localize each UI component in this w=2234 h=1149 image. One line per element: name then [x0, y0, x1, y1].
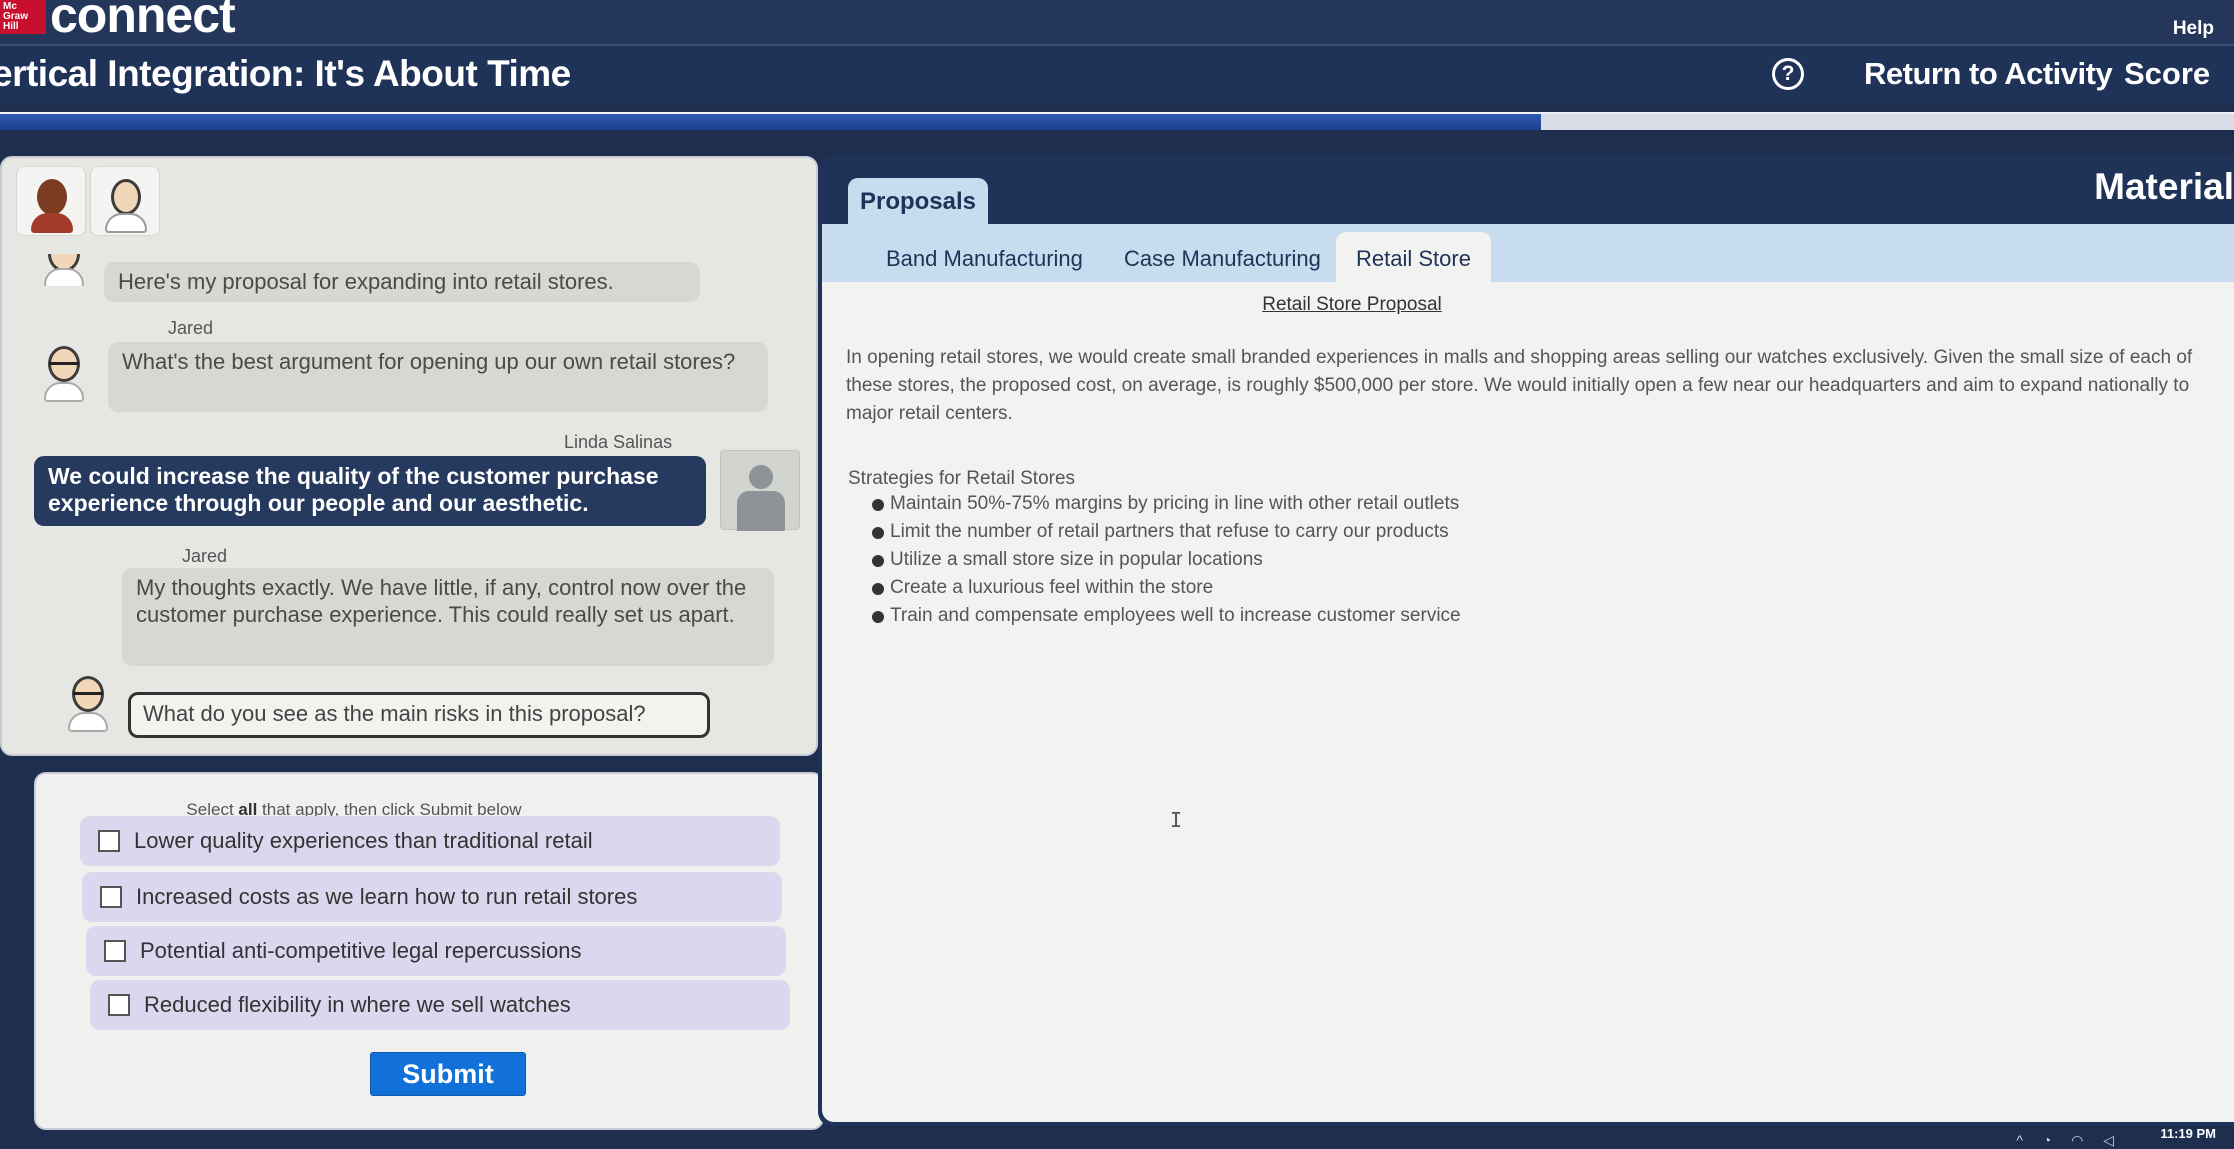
document-paragraph: In opening retail stores, we would creat…	[846, 347, 2193, 424]
character-avatar-jared	[90, 166, 160, 236]
score-button[interactable]: Score	[2124, 56, 2210, 92]
answer-option-2[interactable]: Increased costs as we learn how to run r…	[82, 872, 782, 922]
materials-title: Material	[2094, 166, 2234, 207]
mcgraw-hill-logo: Mc Graw Hill	[0, 0, 46, 34]
strategy-item: Create a luxurious feel within the store	[872, 574, 1461, 602]
strategy-text: Limit the number of retail partners that…	[890, 521, 1449, 542]
taskbar-clock: 11:19 PM	[2160, 1126, 2216, 1141]
strategy-text: Train and compensate employees well to i…	[890, 605, 1461, 626]
tab-retail-store[interactable]: Retail Store	[1336, 232, 1491, 286]
proposal-subtabs: Band Manufacturing Case Manufacturing Re…	[822, 224, 2234, 286]
option-label: Increased costs as we learn how to run r…	[136, 884, 638, 909]
strategy-item: Train and compensate employees well to i…	[872, 602, 1461, 630]
checkbox[interactable]	[100, 886, 122, 908]
character-avatar-dark	[16, 166, 86, 236]
bullet-icon	[872, 583, 884, 595]
jared-avatar-icon	[40, 344, 88, 404]
bullet-icon	[872, 611, 884, 623]
return-to-activity-button[interactable]: Return to Activity	[1864, 56, 2113, 92]
strategy-text: Create a luxurious feel within the store	[890, 577, 1214, 598]
question-prompt: What do you see as the main risks in thi…	[128, 692, 710, 738]
help-circle-icon[interactable]: ?	[1772, 58, 1804, 90]
chat-message: My thoughts exactly. We have little, if …	[122, 568, 774, 666]
option-label: Potential anti-competitive legal repercu…	[140, 938, 582, 963]
bullet-icon	[872, 527, 884, 539]
activity-titlebar: ertical Integration: It's About Time ? R…	[0, 46, 2234, 104]
bullet-icon	[872, 555, 884, 567]
answer-option-4[interactable]: Reduced flexibility in where we sell wat…	[90, 980, 790, 1030]
answer-option-1[interactable]: Lower quality experiences than tradition…	[80, 816, 780, 866]
help-link[interactable]: Help	[2173, 18, 2214, 40]
conversation-panel: Here's my proposal for expanding into re…	[0, 156, 818, 756]
option-label: Reduced flexibility in where we sell wat…	[144, 992, 571, 1017]
checkbox[interactable]	[104, 940, 126, 962]
bullet-icon	[872, 499, 884, 511]
submit-button[interactable]: Submit	[370, 1052, 526, 1096]
chat-message: Here's my proposal for expanding into re…	[104, 262, 700, 302]
progress-fill	[0, 114, 1542, 130]
speaker-name: Jared	[182, 546, 228, 566]
speaker-name: Jared	[168, 318, 214, 338]
user-response-bubble: We could increase the quality of the cus…	[34, 456, 706, 526]
speaker-avatar-icon	[40, 254, 88, 286]
strategies-heading: Strategies for Retail Stores	[848, 468, 1076, 489]
user-avatar-icon	[720, 450, 800, 531]
activity-title: ertical Integration: It's About Time	[0, 53, 571, 94]
tab-proposals[interactable]: Proposals	[848, 178, 988, 226]
proposal-document: Retail Store Proposal In opening retail …	[822, 282, 2234, 1122]
activity-progress-bar	[0, 112, 2234, 130]
strategy-item: Utilize a small store size in popular lo…	[872, 546, 1461, 574]
tab-case-manufacturing[interactable]: Case Manufacturing	[1124, 246, 1321, 272]
text-cursor-icon: I	[1170, 808, 1183, 832]
system-tray-icons[interactable]: ^ ◔ ◠ ◁	[2016, 1132, 2122, 1149]
connect-logo: connect	[50, 0, 236, 43]
strategy-item: Limit the number of retail partners that…	[872, 518, 1461, 546]
strategy-text: Maintain 50%-75% margins by pricing in l…	[890, 493, 1460, 514]
jared-avatar-icon	[64, 674, 112, 734]
strategy-item: Maintain 50%-75% margins by pricing in l…	[872, 490, 1461, 518]
answer-option-3[interactable]: Potential anti-competitive legal repercu…	[86, 926, 786, 976]
option-label: Lower quality experiences than tradition…	[134, 828, 593, 853]
top-header: Mc Graw Hill connect Help	[0, 0, 2234, 46]
tab-band-manufacturing[interactable]: Band Manufacturing	[886, 246, 1083, 272]
strategy-text: Utilize a small store size in popular lo…	[890, 549, 1263, 570]
document-title: Retail Store Proposal	[1262, 294, 1442, 315]
strategy-list: Maintain 50%-75% margins by pricing in l…	[872, 490, 1461, 630]
answer-panel: Select all that apply, then click Submit…	[34, 772, 824, 1130]
materials-panel: Material Proposals Band Manufacturing Ca…	[818, 156, 2234, 1126]
chat-message: What's the best argument for opening up …	[108, 342, 768, 412]
checkbox[interactable]	[98, 830, 120, 852]
speaker-name: Linda Salinas	[564, 432, 673, 452]
checkbox[interactable]	[108, 994, 130, 1016]
